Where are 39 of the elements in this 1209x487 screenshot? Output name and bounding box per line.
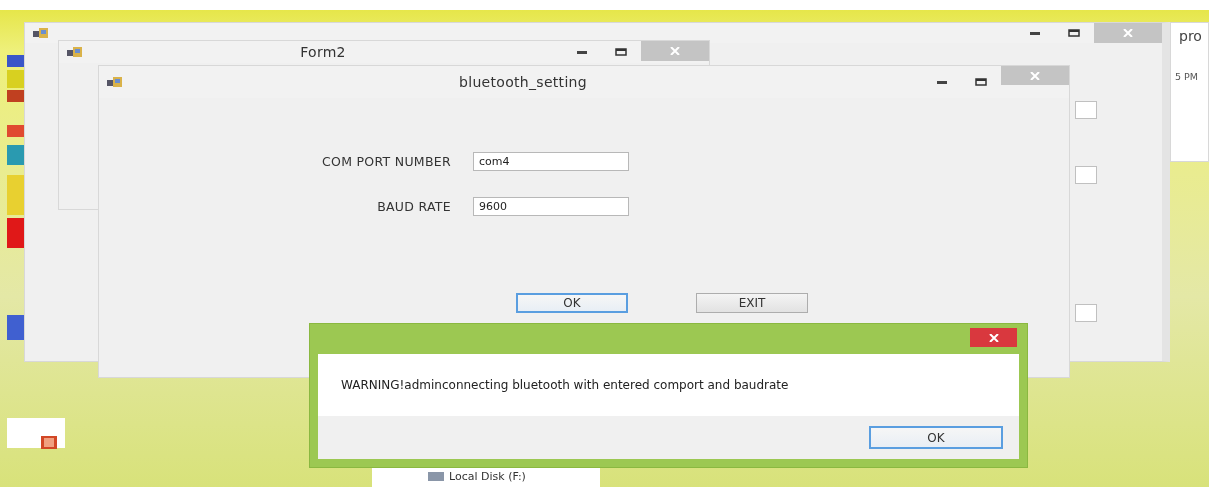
desktop-icon[interactable]	[7, 55, 25, 67]
close-button[interactable]	[970, 328, 1017, 347]
close-icon	[1123, 29, 1133, 37]
app-icon	[33, 27, 49, 39]
desktop-icon[interactable]	[7, 90, 25, 102]
desktop-icon[interactable]	[7, 315, 25, 340]
close-icon	[1030, 71, 1040, 80]
input-field[interactable]: 9600	[473, 197, 629, 216]
minimize-icon[interactable]	[577, 50, 587, 54]
desktop-icon[interactable]	[7, 125, 25, 137]
input-field[interactable]: com4	[473, 152, 629, 171]
maximize-icon[interactable]	[615, 48, 627, 56]
dialog-button[interactable]: OK	[869, 426, 1003, 449]
window-title: bluetooth_setting	[458, 74, 588, 90]
field-label: BAUD RATE	[376, 199, 451, 214]
dialog-button[interactable]: EXIT	[696, 293, 808, 313]
input-field[interactable]	[1075, 304, 1097, 322]
app-icon	[67, 46, 83, 58]
window-title: Form2	[299, 44, 347, 60]
drive-icon	[428, 472, 444, 481]
app-icon	[107, 76, 123, 88]
desktop-icon[interactable]	[7, 218, 25, 248]
close-icon	[670, 47, 680, 55]
input-field[interactable]	[1075, 101, 1097, 119]
minimize-icon[interactable]	[1030, 31, 1040, 35]
desktop-icon[interactable]	[7, 145, 25, 165]
presentation-icon	[41, 436, 57, 449]
maximize-icon[interactable]	[975, 78, 987, 86]
input-field[interactable]	[1075, 166, 1097, 184]
close-icon	[988, 333, 999, 342]
file-thumbnail[interactable]	[7, 418, 65, 448]
window-title: pro	[1179, 28, 1202, 44]
field-label: COM PORT NUMBER	[320, 154, 451, 169]
drive-item[interactable]: Local Disk (F:)	[449, 470, 526, 483]
time-text: 5 PM	[1174, 71, 1199, 82]
minimize-icon[interactable]	[937, 80, 947, 84]
maximize-icon[interactable]	[1068, 29, 1080, 37]
warning-message: WARNING!adminconnecting bluetooth with entered comport and baudrate	[341, 378, 789, 392]
dialog-button[interactable]: OK	[516, 293, 628, 313]
